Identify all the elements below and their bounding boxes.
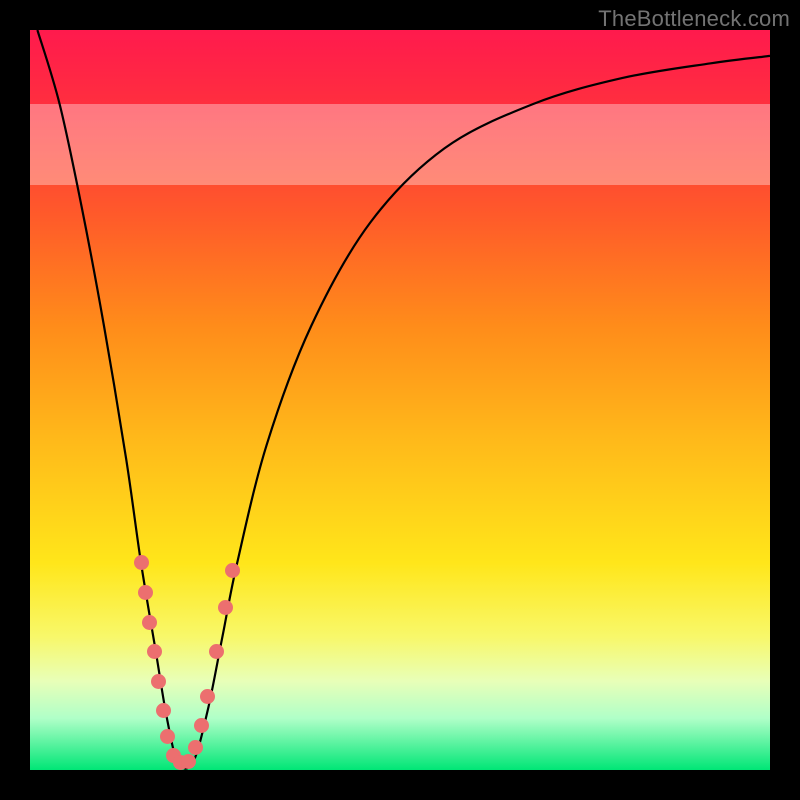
plot-area — [30, 30, 770, 770]
data-marker — [194, 718, 209, 733]
chart-frame: TheBottleneck.com — [0, 0, 800, 800]
data-marker — [188, 740, 203, 755]
data-marker — [166, 748, 181, 763]
data-marker — [156, 703, 171, 718]
highlight-band — [30, 104, 770, 185]
data-marker — [142, 615, 157, 630]
data-marker — [209, 644, 224, 659]
bottleneck-curve — [37, 30, 770, 769]
data-marker — [151, 674, 166, 689]
data-marker — [138, 585, 153, 600]
curve-svg — [30, 30, 770, 770]
data-marker — [225, 563, 240, 578]
watermark-text: TheBottleneck.com — [598, 6, 790, 32]
data-marker — [134, 555, 149, 570]
data-marker — [200, 689, 215, 704]
data-marker — [218, 600, 233, 615]
data-marker — [173, 755, 188, 770]
data-marker — [181, 754, 196, 769]
data-marker — [147, 644, 162, 659]
data-marker — [160, 729, 175, 744]
